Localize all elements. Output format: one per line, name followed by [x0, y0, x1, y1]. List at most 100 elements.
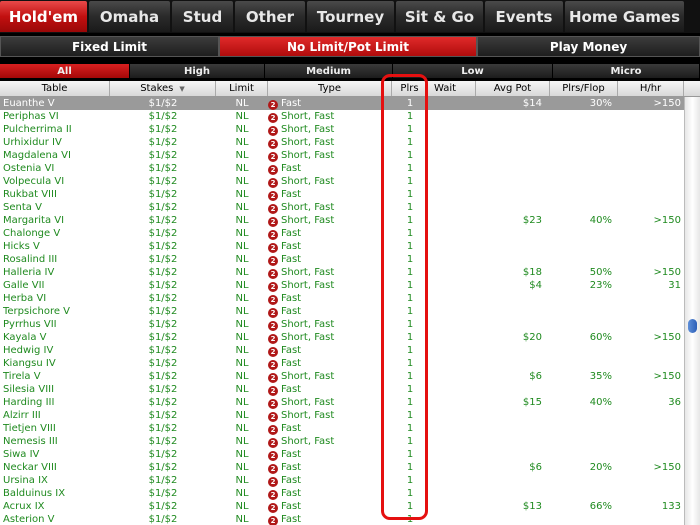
stakes-cell: $1/$2 [148, 423, 178, 434]
col-header-limit[interactable]: Limit [216, 81, 268, 96]
table-name-cell: Ostenia VI [3, 163, 55, 174]
table-row[interactable]: Ursina IX $1/$2 NL 2 Fast 1 [0, 474, 684, 487]
limit-cell: NL [235, 98, 249, 109]
game-tab-omaha[interactable]: Omaha [89, 1, 170, 32]
table-row[interactable]: Pulcherrima II $1/$2 NL 2 Short, Fast 1 [0, 123, 684, 136]
table-row[interactable]: Kiangsu IV $1/$2 NL 2 Fast 1 [0, 357, 684, 370]
table-row[interactable]: Tirela V $1/$2 NL 2 Short, Fast 1 $6 35% >150 [0, 370, 684, 383]
wait-cell [428, 409, 476, 422]
col-header-stakes-label: Stakes [140, 83, 174, 94]
players-cell: 1 [406, 137, 414, 148]
table-row[interactable]: Silesia VIII $1/$2 NL 2 Fast 1 [0, 383, 684, 396]
wait-cell [428, 344, 476, 357]
table-row[interactable]: Asterion V $1/$2 NL 2 Fast 1 [0, 513, 684, 525]
table-row[interactable]: Herba VI $1/$2 NL 2 Fast 1 [0, 292, 684, 305]
players-cell: 1 [406, 397, 414, 408]
stakes-tab-micro[interactable]: Micro [553, 64, 700, 78]
wait-cell [428, 149, 476, 162]
game-tab-stud[interactable]: Stud [172, 1, 233, 32]
col-header-hands-per-hour[interactable]: H/hr [618, 81, 684, 96]
col-header-table[interactable]: Table [0, 81, 110, 96]
limit-tab-fixed-limit[interactable]: Fixed Limit [0, 36, 219, 57]
players-cell: 1 [406, 345, 414, 356]
table-name-cell: Kiangsu IV [3, 358, 56, 369]
stakes-tabs: All High Medium Low Micro [0, 64, 700, 78]
two-player-icon: 2 [268, 152, 278, 162]
scroll-thumb[interactable] [688, 319, 697, 333]
table-row[interactable]: Neckar VIII $1/$2 NL 2 Fast 1 $6 20% >150 [0, 461, 684, 474]
type-label: Fast [281, 228, 302, 239]
table-row[interactable]: Acrux IX $1/$2 NL 2 Fast 1 $13 66% 133 [0, 500, 684, 513]
limit-tab-play-money[interactable]: Play Money [477, 36, 700, 57]
table-row[interactable]: Margarita VI $1/$2 NL 2 Short, Fast 1 $23 40% >1… [0, 214, 684, 227]
table-row[interactable]: Siwa IV $1/$2 NL 2 Fast 1 [0, 448, 684, 461]
game-tab-sit-go[interactable]: Sit & Go [396, 1, 483, 32]
avg-pot-cell: $14 [522, 98, 542, 109]
game-tab-tourney[interactable]: Tourney [307, 1, 394, 32]
stakes-tab-medium[interactable]: Medium [265, 64, 393, 78]
game-tab-hold-em[interactable]: Hold'em [0, 1, 87, 32]
table-row[interactable]: Hicks V $1/$2 NL 2 Fast 1 [0, 240, 684, 253]
table-row[interactable]: Balduinus IX $1/$2 NL 2 Fast 1 [0, 487, 684, 500]
type-label: Short, Fast [281, 202, 335, 213]
table-name-cell: Tietjen VIII [3, 423, 56, 434]
table-row[interactable]: Senta V $1/$2 NL 2 Short, Fast 1 [0, 201, 684, 214]
hands-per-hour-cell [618, 435, 684, 448]
table-row[interactable]: Rukbat VIII $1/$2 NL 2 Fast 1 [0, 188, 684, 201]
table-row[interactable]: Terpsichore V $1/$2 NL 2 Fast 1 [0, 305, 684, 318]
table-row[interactable]: Hedwig IV $1/$2 NL 2 Fast 1 [0, 344, 684, 357]
col-header-plrs[interactable]: Plrs [392, 81, 428, 96]
col-header-avg-pot[interactable]: Avg Pot [476, 81, 550, 96]
stakes-cell: $1/$2 [148, 293, 178, 304]
game-tab-events[interactable]: Events [485, 1, 563, 32]
table-row[interactable]: Nemesis III $1/$2 NL 2 Short, Fast 1 [0, 435, 684, 448]
col-header-type[interactable]: Type [268, 81, 392, 96]
type-cell: 2 Fast [268, 305, 392, 318]
table-row[interactable]: Periphas VI $1/$2 NL 2 Short, Fast 1 [0, 110, 684, 123]
table-row[interactable]: Urhixidur IV $1/$2 NL 2 Short, Fast 1 [0, 136, 684, 149]
wait-cell [428, 422, 476, 435]
table-name-cell: Tirela V [3, 371, 41, 382]
table-row[interactable]: Pyrrhus VII $1/$2 NL 2 Short, Fast 1 [0, 318, 684, 331]
table-row[interactable]: Euanthe V $1/$2 NL 2 Fast 1 $14 30% >150 [0, 97, 684, 110]
table-row[interactable]: Ostenia VI $1/$2 NL 2 Fast 1 [0, 162, 684, 175]
stakes-tab-low[interactable]: Low [393, 64, 553, 78]
table-row[interactable]: Harding III $1/$2 NL 2 Short, Fast 1 $15 40% 36 [0, 396, 684, 409]
stakes-cell: $1/$2 [148, 397, 178, 408]
two-player-icon: 2 [268, 178, 278, 188]
stakes-tab-all[interactable]: All [0, 64, 130, 78]
stakes-tab-high[interactable]: High [130, 64, 265, 78]
table-row[interactable]: Tietjen VIII $1/$2 NL 2 Fast 1 [0, 422, 684, 435]
col-header-stakes[interactable]: Stakes ▼ [110, 81, 216, 96]
table-row[interactable]: Magdalena VI $1/$2 NL 2 Short, Fast 1 [0, 149, 684, 162]
vertical-scrollbar[interactable] [684, 97, 700, 525]
avg-pot-cell [476, 136, 550, 149]
type-label: Fast [281, 98, 302, 109]
limit-cell: NL [235, 280, 249, 291]
avg-pot-cell [476, 409, 550, 422]
type-cell: 2 Short, Fast [268, 123, 392, 136]
wait-cell [428, 500, 476, 513]
table-row[interactable]: Halleria IV $1/$2 NL 2 Short, Fast 1 $18 50% >15… [0, 266, 684, 279]
col-header-wait[interactable]: Wait [428, 81, 476, 96]
table-row[interactable]: Alzirr III $1/$2 NL 2 Short, Fast 1 [0, 409, 684, 422]
players-cell: 1 [406, 488, 414, 499]
plrs-flop-cell: 66% [589, 501, 612, 512]
hands-per-hour-cell: >150 [653, 98, 681, 109]
stakes-cell: $1/$2 [148, 345, 178, 356]
type-cell: 2 Short, Fast [268, 136, 392, 149]
game-tab-other[interactable]: Other [235, 1, 305, 32]
hands-per-hour-cell [618, 487, 684, 500]
type-label: Fast [281, 293, 302, 304]
table-row[interactable]: Chalonge V $1/$2 NL 2 Fast 1 [0, 227, 684, 240]
table-row[interactable]: Rosalind III $1/$2 NL 2 Fast 1 [0, 253, 684, 266]
players-cell: 1 [406, 436, 414, 447]
table-row[interactable]: Volpecula VI $1/$2 NL 2 Short, Fast 1 [0, 175, 684, 188]
two-player-icon: 2 [268, 295, 278, 305]
limit-cell: NL [235, 111, 249, 122]
table-row[interactable]: Galle VII $1/$2 NL 2 Short, Fast 1 $4 23% 31 [0, 279, 684, 292]
col-header-plrs-flop[interactable]: Plrs/Flop [550, 81, 618, 96]
limit-tab-no-limit-pot-limit[interactable]: No Limit/Pot Limit [219, 36, 477, 57]
game-tab-home-games[interactable]: Home Games [565, 1, 684, 32]
table-row[interactable]: Kayala V $1/$2 NL 2 Short, Fast 1 $20 60% >150 [0, 331, 684, 344]
